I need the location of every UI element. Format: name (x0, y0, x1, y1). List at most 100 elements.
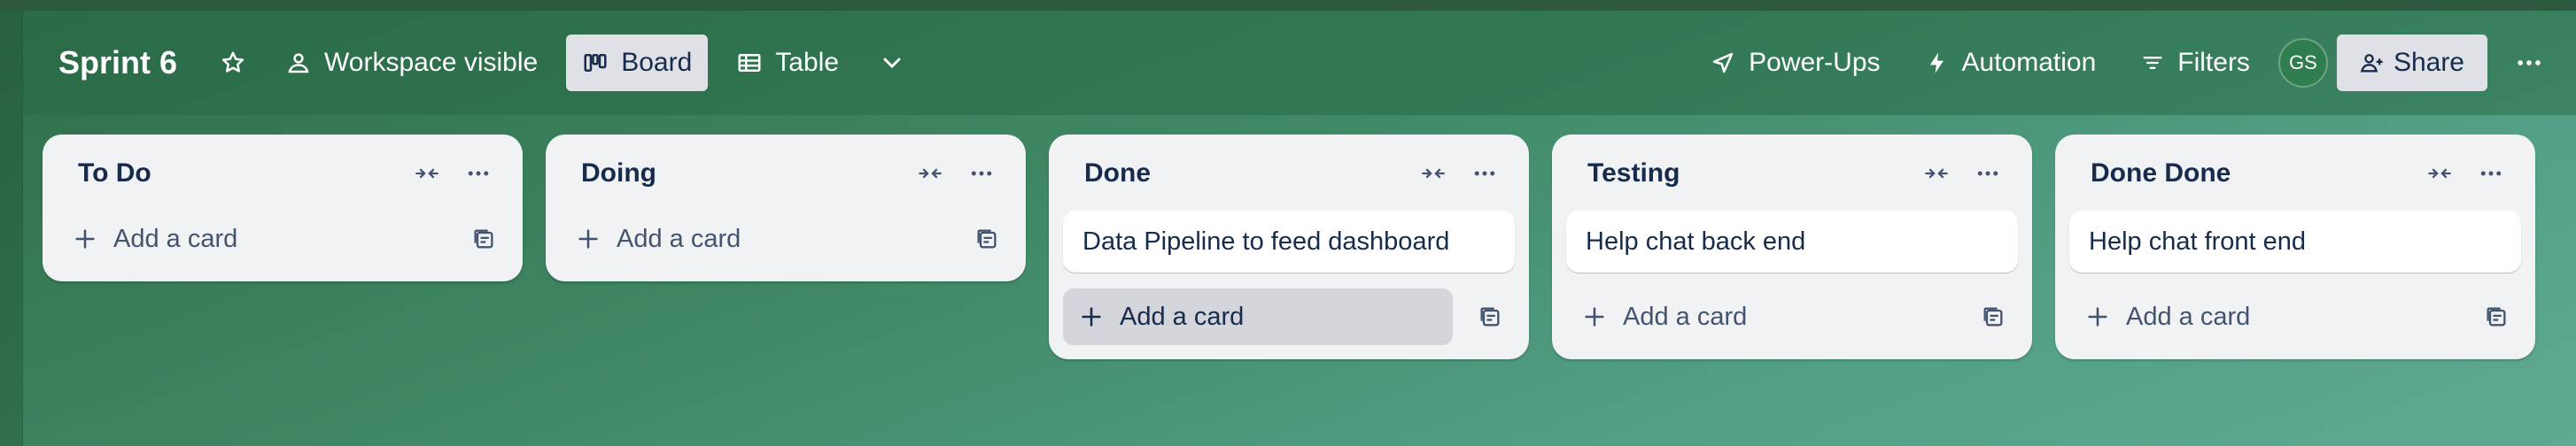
card-template-button[interactable] (2471, 292, 2521, 342)
add-card-button[interactable]: Add a card (2069, 288, 2459, 345)
add-card-row: Add a card (57, 211, 508, 267)
automation-label: Automation (1961, 48, 2097, 77)
share-button[interactable]: Share (2336, 35, 2487, 91)
filters-button[interactable]: Filters (2124, 35, 2266, 91)
card[interactable]: Help chat front end (2069, 211, 2521, 273)
add-card-button[interactable]: Add a card (1063, 288, 1453, 345)
add-card-label: Add a card (617, 224, 741, 253)
more-views-button[interactable] (867, 35, 917, 91)
list-header: Done (1063, 149, 1515, 198)
card-template-button[interactable] (1465, 292, 1515, 342)
list-to-do: To Do Add a card (43, 135, 523, 281)
card-template-button[interactable] (1968, 292, 2018, 342)
more-horizontal-icon (1471, 160, 1498, 187)
filters-label: Filters (2177, 48, 2250, 77)
list-header: Doing (560, 149, 1012, 198)
view-board-button[interactable]: Board (566, 35, 709, 91)
board-menu-button[interactable] (2505, 35, 2553, 91)
more-horizontal-icon (968, 160, 995, 187)
collapse-list-button[interactable] (1915, 152, 1958, 195)
template-icon (2484, 304, 2509, 329)
power-ups-label: Power-Ups (1749, 48, 1881, 77)
lightning-icon (1925, 50, 1950, 75)
plus-icon (1582, 304, 1607, 329)
list-title[interactable]: Testing (1587, 158, 1906, 188)
add-card-button[interactable]: Add a card (560, 211, 950, 267)
list-header: Done Done (2069, 149, 2521, 198)
list-actions-button[interactable] (960, 152, 1003, 195)
add-card-row: Add a card (1063, 288, 1515, 345)
rocket-icon (1710, 50, 1736, 76)
card-title: Data Pipeline to feed dashboard (1082, 227, 1450, 256)
chevron-down-icon (878, 49, 906, 77)
list-doing: Doing Add a card (546, 135, 1026, 281)
collapse-list-button[interactable] (1412, 152, 1455, 195)
card[interactable]: Help chat back end (1566, 211, 2018, 273)
star-button[interactable] (209, 35, 257, 91)
more-horizontal-icon (2514, 48, 2544, 78)
card-title: Help chat back end (1586, 227, 1806, 256)
list-title[interactable]: Doing (581, 158, 900, 188)
card[interactable]: Data Pipeline to feed dashboard (1063, 211, 1515, 273)
list-header: Testing (1566, 149, 2018, 198)
collapse-icon (2425, 161, 2455, 186)
template-icon (471, 227, 496, 251)
more-horizontal-icon (465, 160, 492, 187)
add-card-label: Add a card (2126, 302, 2251, 331)
view-table-label: Table (775, 48, 839, 77)
avatar-initials: GS (2289, 51, 2317, 73)
add-card-row: Add a card (1566, 288, 2018, 345)
people-icon (285, 50, 312, 76)
board-header: Sprint 6 Workspace visible Board Table P… (23, 11, 2576, 115)
card-template-button[interactable] (459, 214, 508, 264)
add-member-icon (2360, 50, 2385, 75)
more-horizontal-icon (2478, 160, 2504, 187)
visibility-button[interactable]: Workspace visible (269, 35, 554, 91)
list-header: To Do (57, 149, 508, 198)
automation-button[interactable]: Automation (1909, 35, 2113, 91)
collapse-list-button[interactable] (406, 152, 448, 195)
list-done: Done Data Pipeline to feed dashboard Add… (1049, 135, 1529, 359)
add-card-button[interactable]: Add a card (57, 211, 446, 267)
list-title[interactable]: Done (1084, 158, 1403, 188)
card-template-button[interactable] (962, 214, 1012, 264)
collapse-list-button[interactable] (909, 152, 951, 195)
collapse-icon (412, 161, 442, 186)
list-title[interactable]: Done Done (2091, 158, 2409, 188)
collapse-list-button[interactable] (2418, 152, 2461, 195)
view-table-button[interactable]: Table (720, 35, 855, 91)
template-icon (1981, 304, 2006, 329)
collapse-icon (1418, 161, 1448, 186)
add-card-button[interactable]: Add a card (1566, 288, 1956, 345)
plus-icon (1079, 304, 1104, 329)
collapse-icon (915, 161, 945, 186)
add-card-label: Add a card (113, 224, 238, 253)
card-title: Help chat front end (2089, 227, 2307, 256)
collapse-icon (1921, 161, 1951, 186)
view-board-label: Board (621, 48, 693, 77)
workspace-sidebar-collapsed[interactable] (0, 11, 23, 446)
list-actions-button[interactable] (1967, 152, 2009, 195)
list-actions-button[interactable] (1463, 152, 1506, 195)
board-lists: To Do Add a card Doing Add a card Done D… (43, 135, 2535, 359)
plus-icon (73, 227, 97, 251)
member-avatar[interactable]: GS (2277, 38, 2328, 88)
template-icon (974, 227, 999, 251)
board-title[interactable]: Sprint 6 (58, 44, 177, 81)
list-done-done: Done Done Help chat front end Add a card (2055, 135, 2535, 359)
add-card-row: Add a card (560, 211, 1012, 267)
board-view-icon (582, 50, 609, 76)
top-strip (0, 0, 2576, 11)
list-actions-button[interactable] (2470, 152, 2512, 195)
add-card-label: Add a card (1120, 302, 1245, 331)
list-testing: Testing Help chat back end Add a card (1552, 135, 2032, 359)
plus-icon (2085, 304, 2110, 329)
star-icon (220, 50, 246, 76)
list-title[interactable]: To Do (78, 158, 397, 188)
more-horizontal-icon (1975, 160, 2001, 187)
power-ups-button[interactable]: Power-Ups (1694, 35, 1896, 91)
list-actions-button[interactable] (457, 152, 500, 195)
visibility-label: Workspace visible (324, 48, 539, 77)
add-card-row: Add a card (2069, 288, 2521, 345)
plus-icon (576, 227, 601, 251)
